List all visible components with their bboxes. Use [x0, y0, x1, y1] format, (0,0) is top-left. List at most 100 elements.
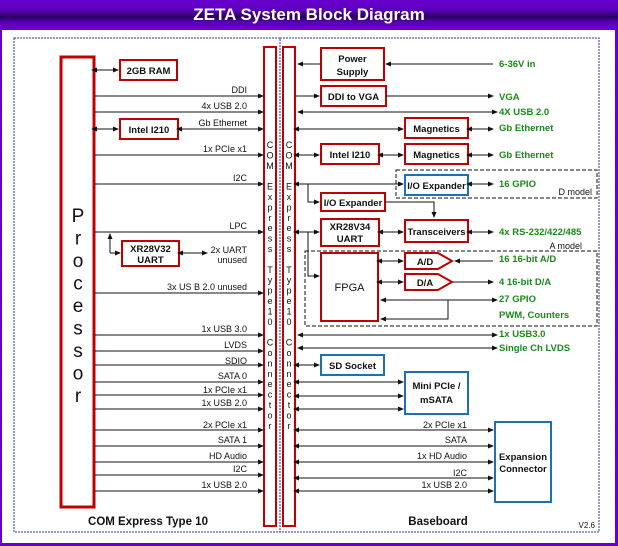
connector-right-letter: c — [287, 390, 292, 400]
magnetics-2-label: Magnetics — [413, 150, 459, 161]
a-model-label: A model — [549, 241, 582, 251]
usb2-label: 1x USB 2.0 — [201, 398, 247, 408]
connector-right-letter: o — [286, 348, 291, 358]
pcie1-label: 1x PCIe x1 — [203, 144, 247, 154]
output-power-in: 6-36V in — [499, 59, 536, 70]
i2c2-label: I2C — [233, 464, 248, 474]
ddi-to-vga-label: DDI to VGA — [328, 92, 379, 103]
hda-label: HD Audio — [209, 451, 247, 461]
connector-left-label: COMExpressType10Connector — [266, 140, 274, 431]
connector-right-letter: 0 — [286, 317, 291, 327]
sd-socket-label: SD Socket — [329, 361, 377, 372]
expansion-label-2: Connector — [499, 464, 547, 475]
connector-left-letter: r — [269, 421, 272, 431]
processor-letter: P — [72, 206, 85, 227]
output-usb3: 1x USB3.0 — [499, 329, 545, 340]
output-da: 4 16-bit D/A — [499, 277, 551, 288]
output-gbe2: Gb Ethernet — [499, 150, 554, 161]
connector-right-letter: M — [285, 161, 293, 171]
connector-right-letter: e — [286, 379, 291, 389]
processor-letter: r — [75, 386, 82, 407]
output-gpio27: 27 GPIO — [499, 294, 536, 305]
connector-right-letter: o — [286, 410, 291, 420]
usb-unused-label: 3x US B 2.0 unused — [167, 282, 247, 292]
usb3-label: 1x USB 3.0 — [201, 324, 247, 334]
connector-left-letter: 0 — [267, 317, 272, 327]
connector-left-letter: p — [267, 202, 272, 212]
block-diagram: Processor COMExpressType10Connector COME… — [13, 37, 600, 533]
io-expander-branch — [307, 184, 320, 205]
sdio-label: SDIO — [225, 356, 247, 366]
exp-i2c-label: I2C — [453, 468, 468, 478]
connector-right-letter: r — [288, 421, 291, 431]
exp-pcie2-label: 2x PCIe x1 — [423, 420, 467, 430]
output-ad: 16 16-bit A/D — [499, 254, 556, 265]
connector-right-letter: s — [287, 244, 292, 254]
connector-right-letter: p — [286, 286, 291, 296]
connector-left-letter: o — [267, 348, 272, 358]
connector-right-letter: s — [287, 234, 292, 244]
output-pwm: PWM, Counters — [499, 310, 569, 321]
output-rs: 4x RS-232/422/485 — [499, 227, 582, 238]
exp-sata-label: SATA — [445, 435, 467, 445]
processor-letter: o — [73, 251, 84, 272]
connector-left-letter: s — [268, 234, 273, 244]
transceivers-label: Transceivers — [407, 227, 465, 238]
output-vga: VGA — [499, 92, 520, 103]
power-supply-label-2: Supply — [337, 67, 369, 78]
connector-left-letter: c — [268, 390, 273, 400]
io-expander-label: I/O Expander — [324, 198, 383, 209]
connector-left-letter: p — [267, 286, 272, 296]
connector-left-letter: e — [267, 223, 272, 233]
connector-right-letter: r — [288, 213, 291, 223]
processor-letter: c — [73, 274, 83, 295]
connector-right-letter: x — [287, 192, 292, 202]
connector-left-letter: t — [269, 400, 272, 410]
xr28v32-label-2: UART — [137, 255, 164, 266]
connector-left-letter: C — [267, 140, 274, 150]
minipcie-label-2: mSATA — [420, 395, 453, 406]
uart-unused-label-2: unused — [217, 255, 247, 265]
connector-left-letter: n — [267, 358, 272, 368]
expansion-label-1: Expansion — [499, 452, 547, 463]
processor-letter: s — [73, 341, 83, 362]
connector-right-letter: n — [286, 358, 291, 368]
processor-letter: e — [73, 296, 84, 317]
connector-left-letter: 1 — [267, 306, 272, 316]
i2c-label: I2C — [233, 173, 248, 183]
minipcie-block — [404, 371, 469, 415]
connector-left-letter: O — [266, 150, 273, 160]
pcie1b-label: 1x PCIe x1 — [203, 385, 247, 395]
connector-right-letter: e — [286, 296, 291, 306]
output-gpio16: 16 GPIO — [499, 179, 536, 190]
intel-i210-right-label: Intel I210 — [330, 150, 371, 161]
d-model-label: D model — [558, 187, 592, 197]
section-baseboard: Baseboard — [408, 516, 467, 528]
lpc-label: LPC — [229, 221, 247, 231]
connector-right-letter: p — [286, 202, 291, 212]
xr28v34-label-2: UART — [337, 234, 364, 245]
io-expander-d-label: I/O Expander — [407, 181, 466, 192]
processor-letter: o — [73, 364, 84, 385]
fpga-label: FPGA — [335, 282, 366, 294]
connector-left-letter: M — [266, 161, 274, 171]
gbe-left-label: Gb Ethernet — [198, 118, 247, 128]
exp-usb2-label: 1x USB 2.0 — [421, 480, 467, 490]
usb4-label: 4x USB 2.0 — [201, 101, 247, 111]
connector-right-letter: n — [286, 369, 291, 379]
connector-left-letter: E — [267, 182, 273, 192]
ram-label: 2GB RAM — [127, 66, 171, 77]
connector-right-letter: C — [286, 140, 293, 150]
version-label: V2.6 — [579, 521, 596, 530]
connector-left-letter: s — [268, 244, 273, 254]
processor-letter: s — [73, 319, 83, 340]
usb2b-label: 1x USB 2.0 — [201, 480, 247, 490]
connector-left-letter: e — [267, 296, 272, 306]
connector-right-letter: e — [286, 223, 291, 233]
output-usb4: 4X USB 2.0 — [499, 107, 549, 118]
connector-left-letter: x — [268, 192, 273, 202]
connector-left-letter: y — [268, 275, 273, 285]
connector-left-letter: n — [267, 369, 272, 379]
intel-i210-left-label: Intel I210 — [129, 125, 170, 136]
connector-right-letter: t — [288, 400, 291, 410]
